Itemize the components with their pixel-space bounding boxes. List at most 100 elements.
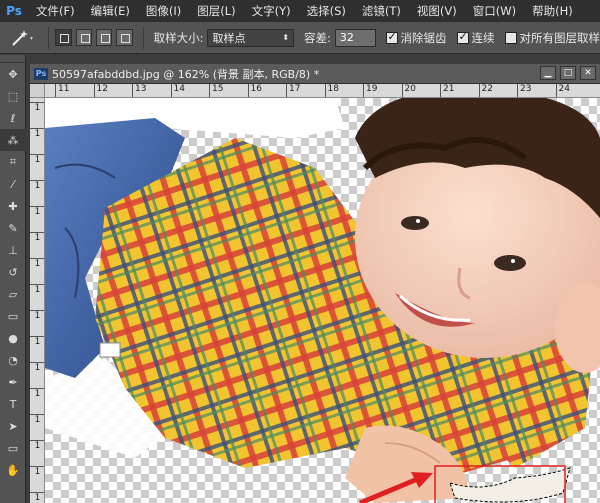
type-icon[interactable]: T: [0, 393, 26, 415]
menu-view[interactable]: 视图(V): [409, 0, 465, 22]
menu-type[interactable]: 文字(Y): [244, 0, 299, 22]
ruler-tick-label: 1: [30, 336, 44, 347]
tolerance-label: 容差:: [304, 30, 331, 45]
ruler-tick-label: 1: [30, 440, 44, 451]
ruler-tick-label: 21: [440, 84, 454, 97]
document-window: Ps 50597afabddbd.jpg @ 162% (背景 副本, RGB/…: [30, 64, 600, 503]
hand-icon[interactable]: ✋: [0, 459, 26, 481]
sample-all-layers-checkbox[interactable]: 对所有图层取样: [504, 30, 600, 46]
sample-size-label: 取样大小:: [153, 30, 204, 45]
menu-help[interactable]: 帮助(H): [524, 0, 581, 22]
tools-panel: ✥ ⬚ ℓ ⁂ ⌗ ⁄ ✚ ✎ ⊥ ↺ ▱ ▭ ● ◔ ✒ T ➤ ▭ ✋: [0, 55, 26, 503]
panel-grip[interactable]: [0, 55, 25, 63]
checkbox-checked-icon: [385, 30, 398, 44]
sample-size-select[interactable]: 取样点 ⬍: [207, 28, 295, 47]
document-title: 50597afabddbd.jpg @ 162% (背景 副本, RGB/8) …: [52, 67, 320, 81]
contiguous-label: 连续: [471, 30, 495, 45]
horizontal-ruler: 11 12 13 14 15 16 17 18 19 20 21 22 23 24: [45, 84, 600, 98]
add-selection-button[interactable]: [75, 29, 92, 46]
image-canvas[interactable]: [45, 98, 600, 503]
child-photo: [45, 98, 600, 503]
menu-window[interactable]: 窗口(W): [465, 0, 524, 22]
magic-wand-icon: [12, 29, 34, 46]
contiguous-checkbox[interactable]: 连续: [456, 30, 495, 46]
new-selection-button[interactable]: [55, 29, 72, 46]
antialias-checkbox[interactable]: 消除锯齿: [385, 30, 447, 46]
ruler-tick-label: 1: [30, 258, 44, 269]
sample-size-value: 取样点: [212, 31, 246, 45]
menu-layer[interactable]: 图层(L): [189, 0, 243, 22]
lasso-icon[interactable]: ℓ: [0, 107, 26, 129]
ruler-tick-label: 1: [30, 128, 44, 139]
stamp-icon[interactable]: ⊥: [0, 239, 26, 261]
antialias-label: 消除锯齿: [400, 30, 447, 45]
sample-all-layers-label: 对所有图层取样: [519, 30, 600, 45]
healing-icon[interactable]: ✚: [0, 195, 26, 217]
eyedropper-icon[interactable]: ⁄: [0, 173, 26, 195]
tolerance-input[interactable]: 32: [334, 28, 376, 47]
ruler-tick-label: 1: [30, 206, 44, 217]
shape-icon[interactable]: ▭: [0, 437, 26, 459]
subtract-selection-button[interactable]: [95, 29, 113, 46]
eraser-icon[interactable]: ▱: [0, 283, 26, 305]
maximize-icon[interactable]: □: [560, 66, 576, 80]
path-select-icon[interactable]: ➤: [0, 415, 26, 437]
ruler-tick-label: 19: [363, 84, 377, 97]
minimize-icon[interactable]: ▁: [540, 66, 556, 80]
ruler-tick-label: 22: [478, 84, 493, 97]
ruler-tick-label: 1: [30, 180, 44, 191]
app-logo: Ps: [6, 4, 22, 18]
ruler-tick-label: 20: [401, 84, 416, 97]
menu-file[interactable]: 文件(F): [28, 0, 83, 22]
tool-preset-picker[interactable]: [4, 26, 42, 50]
ruler-tick-label: 24: [555, 84, 570, 97]
brush-icon[interactable]: ✎: [0, 217, 26, 239]
ruler-tick-label: 1: [30, 414, 44, 425]
ruler-tick-label: 1: [30, 154, 44, 165]
crop-icon[interactable]: ⌗: [0, 151, 26, 173]
intersect-selection-button[interactable]: [116, 29, 133, 46]
close-icon[interactable]: ✕: [580, 66, 596, 80]
ruler-tick-label: 11: [55, 84, 69, 97]
gradient-icon[interactable]: ▭: [0, 305, 26, 327]
ruler-tick-label: 1: [30, 492, 44, 503]
ruler-tick-label: 14: [170, 84, 185, 97]
menu-select[interactable]: 选择(S): [299, 0, 354, 22]
menu-image[interactable]: 图像(I): [138, 0, 189, 22]
ruler-tick-label: 17: [286, 84, 300, 97]
document-tab[interactable]: Ps 50597afabddbd.jpg @ 162% (背景 副本, RGB/…: [30, 64, 600, 84]
blur-icon[interactable]: ●: [0, 327, 26, 349]
checkbox-checked-icon: [456, 30, 469, 44]
chevron-updown-icon: ⬍: [282, 33, 290, 42]
dodge-icon[interactable]: ◔: [0, 349, 26, 371]
ruler-tick-label: 13: [132, 84, 146, 97]
ruler-tick-label: 15: [209, 84, 223, 97]
ruler-tick-label: 18: [324, 84, 339, 97]
window-controls: ▁ □ ✕: [536, 66, 596, 80]
ruler-tick-label: 1: [30, 466, 44, 477]
pen-icon[interactable]: ✒: [0, 371, 26, 393]
separator: [48, 26, 50, 49]
ruler-tick-label: 1: [30, 232, 44, 243]
ruler-tick-label: 1: [30, 284, 44, 295]
vertical-ruler: 1 1 1 1 1 1 1 1 1 1 1 1 1 1 1 1: [30, 98, 45, 503]
ruler-tick-label: 23: [517, 84, 531, 97]
ruler-tick-label: 1: [30, 362, 44, 373]
menu-bar: Ps 文件(F) 编辑(E) 图像(I) 图层(L) 文字(Y) 选择(S) 滤…: [0, 0, 600, 22]
history-brush-icon[interactable]: ↺: [0, 261, 26, 283]
ruler-tick-label: 1: [30, 388, 44, 399]
separator: [142, 26, 144, 49]
move-icon[interactable]: ✥: [0, 63, 26, 85]
ruler-tick-label: 12: [93, 84, 108, 97]
options-bar: 取样大小: 取样点 ⬍ 容差: 32 消除锯齿 连续 对所有图层取样: [0, 22, 600, 54]
menu-edit[interactable]: 编辑(E): [83, 0, 138, 22]
ruler-tick-label: 1: [30, 102, 44, 113]
ruler-corner: [30, 84, 45, 98]
ruler-tick-label: 16: [247, 84, 262, 97]
quick-select-icon[interactable]: ⁂: [0, 129, 26, 151]
ps-file-icon: Ps: [34, 67, 48, 80]
menu-filter[interactable]: 滤镜(T): [354, 0, 409, 22]
ruler-tick-label: 1: [30, 310, 44, 321]
marquee-icon[interactable]: ⬚: [0, 85, 26, 107]
checkbox-unchecked-icon: [504, 31, 517, 44]
